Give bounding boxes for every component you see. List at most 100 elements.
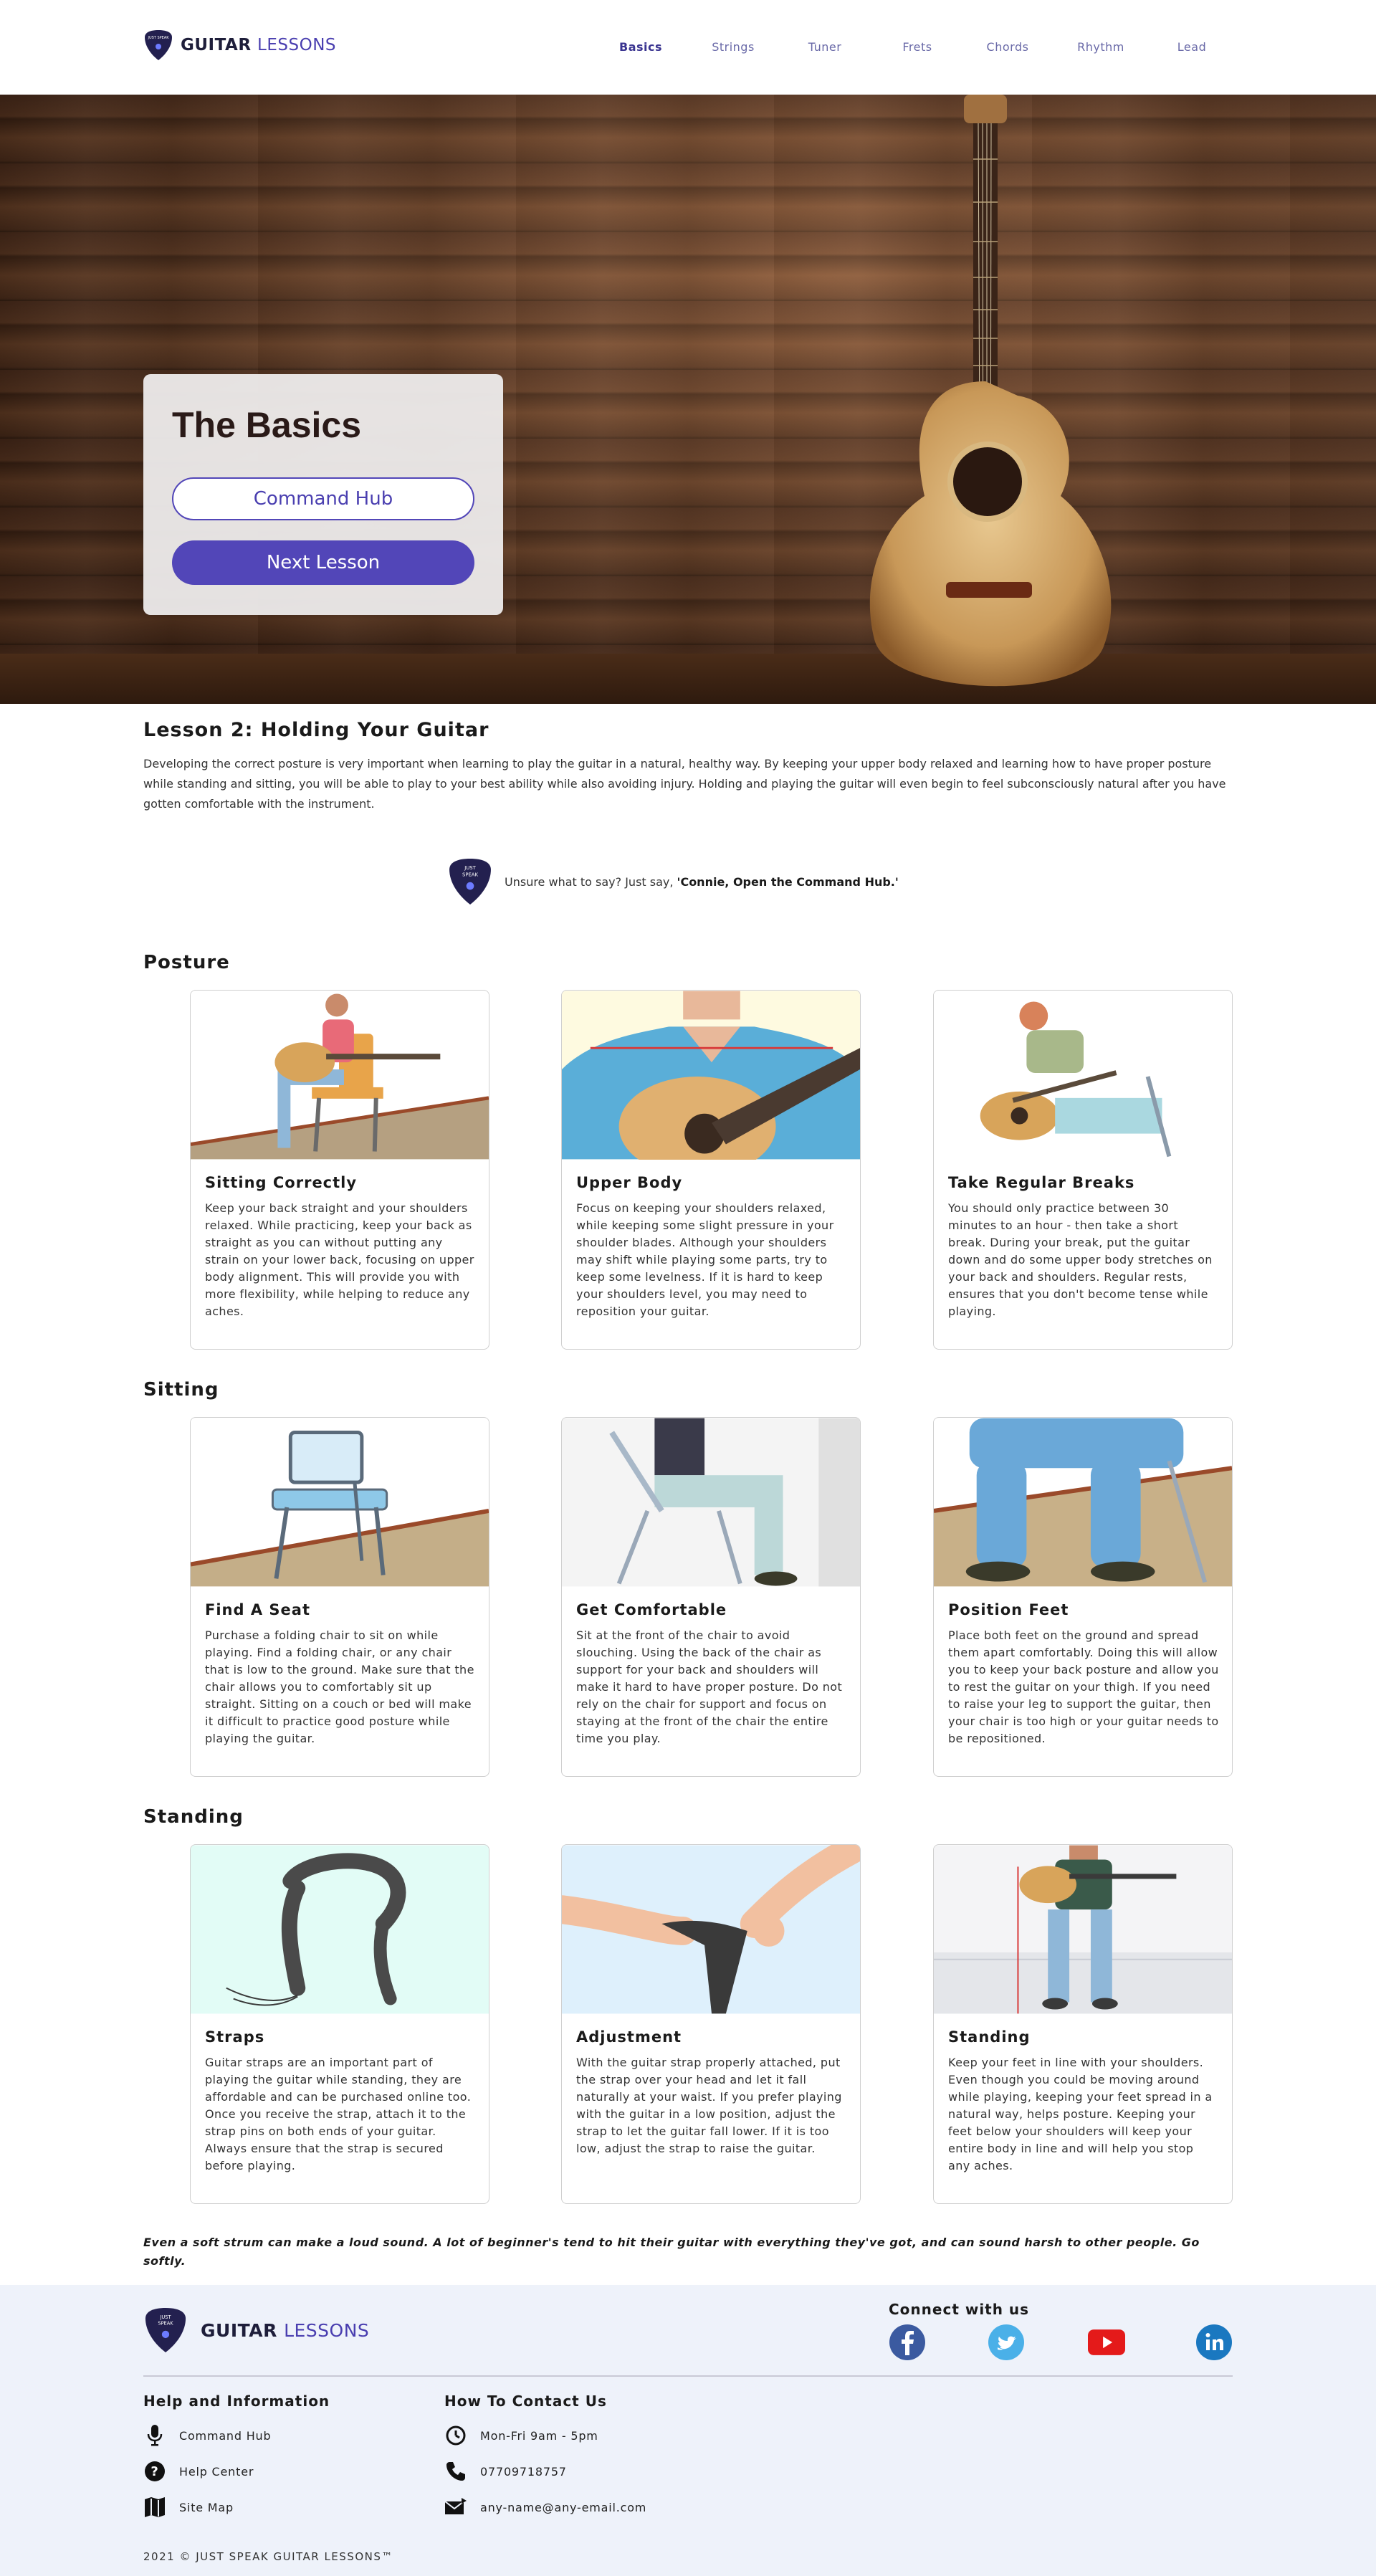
card-position-feet: Position Feet Place both feet on the gro… bbox=[933, 1417, 1233, 1777]
contact-email[interactable]: any-name@any-email.com bbox=[444, 2496, 646, 2519]
contact-hours: Mon-Fri 9am - 5pm bbox=[444, 2424, 598, 2447]
card-text: Guitar straps are an important part of p… bbox=[205, 2056, 472, 2172]
card-standing: Standing Keep your feet in line with you… bbox=[933, 1844, 1233, 2204]
card-text: You should only practice between 30 minu… bbox=[948, 1201, 1213, 1318]
card-adjustment: Adjustment With the guitar strap properl… bbox=[561, 1844, 861, 2204]
facebook-icon[interactable] bbox=[889, 2324, 926, 2361]
contact-hours-text: Mon-Fri 9am - 5pm bbox=[480, 2428, 598, 2443]
footer-brand-logo[interactable]: JUST SPEAK GUITAR LESSONS bbox=[143, 2305, 369, 2355]
brand-logo[interactable]: JUST SPEAK GUITAR LESSONS bbox=[143, 29, 336, 62]
footer-brand-name: GUITAR LESSONS bbox=[201, 2320, 369, 2341]
nav-strings[interactable]: Strings bbox=[712, 40, 755, 54]
footer-link-site-map[interactable]: Site Map bbox=[143, 2496, 234, 2519]
card-title: Sitting Correctly bbox=[205, 1174, 358, 1191]
card-text: Focus on keeping your shoulders relaxed,… bbox=[576, 1201, 834, 1318]
footer-link-label: Help Center bbox=[179, 2464, 254, 2479]
lesson-title: Lesson 2: Holding Your Guitar bbox=[143, 719, 489, 741]
contact-email-text: any-name@any-email.com bbox=[480, 2500, 647, 2514]
card-title: Take Regular Breaks bbox=[948, 1174, 1135, 1191]
pick-logo-icon: JUST SPEAK bbox=[145, 2308, 186, 2352]
brand-name-part1: GUITAR bbox=[201, 2319, 277, 2341]
pick-logo-icon: JUST SPEAK bbox=[145, 30, 172, 60]
card-text: Keep your back straight and your shoulde… bbox=[205, 1201, 474, 1318]
card-title: Find A Seat bbox=[205, 1601, 310, 1618]
svg-text:JUST SPEAK: JUST SPEAK bbox=[148, 36, 170, 40]
standing-illustration bbox=[934, 1845, 1232, 2014]
contact-phone-text: 07709718757 bbox=[480, 2464, 567, 2479]
take-breaks-illustration bbox=[934, 991, 1232, 1160]
folding-chair-illustration bbox=[191, 1418, 489, 1587]
nav-lead[interactable]: Lead bbox=[1177, 40, 1206, 54]
section-title-posture: Posture bbox=[143, 952, 230, 973]
linkedin-icon[interactable] bbox=[1195, 2324, 1233, 2361]
tip-quote: Even a soft strum can make a loud sound.… bbox=[143, 2236, 1200, 2268]
youtube-icon[interactable] bbox=[1088, 2324, 1125, 2361]
microphone-icon bbox=[143, 2424, 166, 2447]
svg-text:SPEAK: SPEAK bbox=[158, 2321, 173, 2327]
card-title: Standing bbox=[948, 2028, 1031, 2046]
twitter-icon[interactable] bbox=[988, 2324, 1025, 2361]
page-title: The Basics bbox=[172, 405, 362, 445]
card-title: Upper Body bbox=[576, 1174, 683, 1191]
card-straps: Straps Guitar straps are an important pa… bbox=[190, 1844, 489, 2204]
nav-tuner[interactable]: Tuner bbox=[808, 40, 842, 54]
card-title: Straps bbox=[205, 2028, 265, 2046]
acoustic-guitar-image bbox=[869, 95, 1112, 687]
contact-phone[interactable]: 07709718757 bbox=[444, 2460, 567, 2483]
site-header: JUST SPEAK GUITAR LESSONS Basics Strings… bbox=[0, 0, 1376, 95]
card-text: Purchase a folding chair to sit on while… bbox=[205, 1628, 474, 1745]
section-title-standing: Standing bbox=[143, 1806, 244, 1828]
card-text: With the guitar strap properly attached,… bbox=[576, 2056, 842, 2155]
card-take-regular-breaks: Take Regular Breaks You should only prac… bbox=[933, 990, 1233, 1350]
footer-link-label: Command Hub bbox=[179, 2428, 272, 2443]
hero-banner: The Basics Command Hub Next Lesson bbox=[0, 95, 1376, 704]
brand-name-part1: GUITAR bbox=[181, 36, 252, 54]
voice-hint-command: 'Connie, Open the Command Hub.' bbox=[677, 874, 899, 889]
card-title: Get Comfortable bbox=[576, 1601, 727, 1618]
card-get-comfortable: Get Comfortable Sit at the front of the … bbox=[561, 1417, 861, 1777]
card-text: Keep your feet in line with your shoulde… bbox=[948, 2056, 1213, 2172]
footer-link-help-center[interactable]: ? Help Center bbox=[143, 2460, 254, 2483]
brand-name: GUITAR LESSONS bbox=[181, 36, 336, 54]
voice-hint-prefix: Unsure what to say? Just say, bbox=[505, 874, 677, 889]
card-find-a-seat: Find A Seat Purchase a folding chair to … bbox=[190, 1417, 489, 1777]
copyright: 2021 © JUST SPEAK GUITAR LESSONS™ bbox=[143, 2550, 393, 2563]
card-title: Position Feet bbox=[948, 1601, 1069, 1618]
get-comfortable-illustration bbox=[562, 1418, 860, 1587]
position-feet-illustration bbox=[934, 1418, 1232, 1587]
site-footer: JUST SPEAK GUITAR LESSONS Connect with u… bbox=[0, 2285, 1376, 2576]
nav-basics[interactable]: Basics bbox=[619, 40, 662, 54]
card-text: Sit at the front of the chair to avoid s… bbox=[576, 1628, 843, 1745]
hero-card: The Basics Command Hub Next Lesson bbox=[143, 374, 503, 615]
footer-link-label: Site Map bbox=[179, 2500, 234, 2514]
upper-body-illustration bbox=[562, 991, 860, 1160]
pick-logo-icon: JUST SPEAK bbox=[449, 859, 491, 905]
voice-hint: JUST SPEAK Unsure what to say? Just say,… bbox=[447, 856, 899, 907]
help-circle-icon: ? bbox=[143, 2460, 166, 2483]
command-hub-button[interactable]: Command Hub bbox=[172, 477, 474, 520]
nav-chords[interactable]: Chords bbox=[987, 40, 1029, 54]
sitting-correctly-illustration bbox=[191, 991, 489, 1160]
phone-icon bbox=[444, 2460, 467, 2483]
contact-title: How To Contact Us bbox=[444, 2393, 607, 2410]
guitar-strap-illustration bbox=[191, 1845, 489, 2014]
voice-hint-text: Unsure what to say? Just say, 'Connie, O… bbox=[505, 875, 899, 889]
svg-text:JUST: JUST bbox=[159, 2314, 171, 2320]
help-info-title: Help and Information bbox=[143, 2393, 330, 2410]
lesson-description: Developing the correct posture is very i… bbox=[143, 757, 1226, 811]
connect-title: Connect with us bbox=[889, 2301, 1030, 2318]
mail-icon bbox=[444, 2496, 467, 2519]
svg-text:JUST: JUST bbox=[464, 865, 476, 871]
section-title-sitting: Sitting bbox=[143, 1379, 219, 1401]
social-links bbox=[889, 2324, 1233, 2364]
map-icon bbox=[143, 2496, 166, 2519]
next-lesson-button[interactable]: Next Lesson bbox=[172, 540, 474, 585]
footer-link-command-hub[interactable]: Command Hub bbox=[143, 2424, 271, 2447]
svg-text:?: ? bbox=[150, 2464, 158, 2479]
footer-divider bbox=[143, 2375, 1233, 2377]
card-text: Place both feet on the ground and spread… bbox=[948, 1628, 1219, 1745]
brand-name-part2: LESSONS bbox=[284, 2319, 370, 2341]
nav-frets[interactable]: Frets bbox=[902, 40, 932, 54]
clock-icon bbox=[444, 2424, 467, 2447]
nav-rhythm[interactable]: Rhythm bbox=[1077, 40, 1124, 54]
